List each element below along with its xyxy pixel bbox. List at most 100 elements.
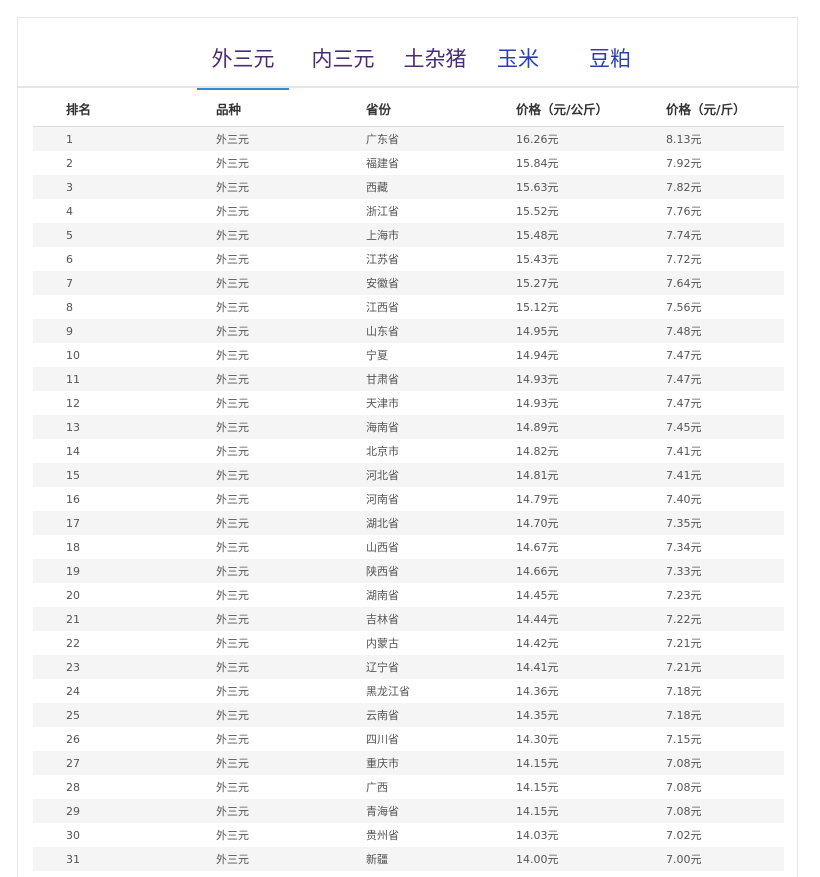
table-row: 13 外三元 海南省 14.89元 7.45元 bbox=[33, 415, 784, 439]
price-kg-cell: 14.81元 bbox=[483, 463, 633, 487]
price-kg-cell: 14.93元 bbox=[483, 367, 633, 391]
table-row: 10 外三元 宁夏 14.94元 7.47元 bbox=[33, 343, 784, 367]
rank-cell: 5 bbox=[33, 223, 183, 247]
price-jin-cell: 7.34元 bbox=[633, 535, 784, 559]
rank-cell: 29 bbox=[33, 799, 183, 823]
rank-cell: 9 bbox=[33, 319, 183, 343]
price-jin-cell: 7.72元 bbox=[633, 247, 784, 271]
price-jin-cell: 7.41元 bbox=[633, 463, 784, 487]
price-jin-cell: 8.13元 bbox=[633, 126, 784, 151]
breed-cell: 外三元 bbox=[183, 151, 333, 175]
province-cell: 上海市 bbox=[333, 223, 483, 247]
table-row: 27 外三元 重庆市 14.15元 7.08元 bbox=[33, 751, 784, 775]
price-kg-cell: 14.70元 bbox=[483, 511, 633, 535]
price-kg-cell: 14.15元 bbox=[483, 799, 633, 823]
price-jin-cell: 7.40元 bbox=[633, 487, 784, 511]
rank-cell: 8 bbox=[33, 295, 183, 319]
price-jin-cell: 7.35元 bbox=[633, 511, 784, 535]
price-jin-cell: 7.82元 bbox=[633, 175, 784, 199]
province-cell: 贵州省 bbox=[333, 823, 483, 847]
province-cell: 湖南省 bbox=[333, 583, 483, 607]
breed-cell: 外三元 bbox=[183, 199, 333, 223]
price-jin-cell: 7.74元 bbox=[633, 223, 784, 247]
price-kg-cell: 14.67元 bbox=[483, 535, 633, 559]
price-kg-cell: 14.35元 bbox=[483, 703, 633, 727]
price-jin-cell: 7.41元 bbox=[633, 439, 784, 463]
tab-yu-mi[interactable]: 玉米 bbox=[478, 46, 558, 88]
province-cell: 浙江省 bbox=[333, 199, 483, 223]
breed-cell: 外三元 bbox=[183, 823, 333, 847]
province-cell: 江西省 bbox=[333, 295, 483, 319]
price-kg-cell: 14.30元 bbox=[483, 727, 633, 751]
rank-cell: 27 bbox=[33, 751, 183, 775]
table-row: 28 外三元 广西 14.15元 7.08元 bbox=[33, 775, 784, 799]
province-cell: 甘肃省 bbox=[333, 367, 483, 391]
breed-cell: 外三元 bbox=[183, 271, 333, 295]
table-row: 21 外三元 吉林省 14.44元 7.22元 bbox=[33, 607, 784, 631]
province-cell: 内蒙古 bbox=[333, 631, 483, 655]
price-kg-cell: 14.42元 bbox=[483, 631, 633, 655]
price-jin-cell: 7.22元 bbox=[633, 607, 784, 631]
province-cell: 新疆 bbox=[333, 847, 483, 871]
rank-cell: 6 bbox=[33, 247, 183, 271]
tab-nei-san-yuan[interactable]: 内三元 bbox=[297, 46, 389, 88]
price-kg-cell: 15.48元 bbox=[483, 223, 633, 247]
price-jin-cell: 7.33元 bbox=[633, 559, 784, 583]
header-price-per-jin: 价格（元/斤） bbox=[633, 90, 784, 127]
header-rank: 排名 bbox=[33, 90, 183, 127]
tab-label: 豆粕 bbox=[589, 47, 631, 71]
table-row: 3 外三元 西藏 15.63元 7.82元 bbox=[33, 175, 784, 199]
table-header-row: 排名 品种 省份 价格（元/公斤） 价格（元/斤） bbox=[33, 90, 784, 127]
rank-cell: 11 bbox=[33, 367, 183, 391]
tab-tu-za-zhu[interactable]: 土杂猪 bbox=[380, 46, 490, 88]
price-jin-cell: 7.00元 bbox=[633, 847, 784, 871]
province-cell: 海南省 bbox=[333, 415, 483, 439]
price-jin-cell: 7.76元 bbox=[633, 199, 784, 223]
rank-cell: 30 bbox=[33, 823, 183, 847]
price-jin-cell: 7.02元 bbox=[633, 823, 784, 847]
rank-cell: 13 bbox=[33, 415, 183, 439]
rank-cell: 15 bbox=[33, 463, 183, 487]
header-breed: 品种 bbox=[183, 90, 333, 127]
rank-cell: 2 bbox=[33, 151, 183, 175]
table-row: 17 外三元 湖北省 14.70元 7.35元 bbox=[33, 511, 784, 535]
breed-cell: 外三元 bbox=[183, 679, 333, 703]
price-kg-cell: 14.03元 bbox=[483, 823, 633, 847]
price-jin-cell: 7.08元 bbox=[633, 799, 784, 823]
table-row: 31 外三元 新疆 14.00元 7.00元 bbox=[33, 847, 784, 871]
price-ranking-table: 排名 品种 省份 价格（元/公斤） 价格（元/斤） 1 外三元 广东省 16.26元 8… bbox=[33, 90, 784, 871]
price-kg-cell: 14.45元 bbox=[483, 583, 633, 607]
breed-cell: 外三元 bbox=[183, 535, 333, 559]
rank-cell: 12 bbox=[33, 391, 183, 415]
price-jin-cell: 7.47元 bbox=[633, 367, 784, 391]
breed-cell: 外三元 bbox=[183, 175, 333, 199]
province-cell: 吉林省 bbox=[333, 607, 483, 631]
table-body: 1 外三元 广东省 16.26元 8.13元 2 外三元 福建省 15.84元 7.92元 3 外三元… bbox=[33, 126, 784, 871]
tab-dou-po[interactable]: 豆粕 bbox=[570, 46, 650, 88]
table-row: 4 外三元 浙江省 15.52元 7.76元 bbox=[33, 199, 784, 223]
table-row: 7 外三元 安徽省 15.27元 7.64元 bbox=[33, 271, 784, 295]
tab-label: 土杂猪 bbox=[403, 47, 467, 71]
price-kg-cell: 14.79元 bbox=[483, 487, 633, 511]
header-province: 省份 bbox=[333, 90, 483, 127]
province-cell: 宁夏 bbox=[333, 343, 483, 367]
table-row: 16 外三元 河南省 14.79元 7.40元 bbox=[33, 487, 784, 511]
province-cell: 陕西省 bbox=[333, 559, 483, 583]
rank-cell: 16 bbox=[33, 487, 183, 511]
breed-cell: 外三元 bbox=[183, 126, 333, 151]
province-cell: 黑龙江省 bbox=[333, 679, 483, 703]
price-jin-cell: 7.18元 bbox=[633, 703, 784, 727]
tab-label: 内三元 bbox=[311, 47, 375, 71]
price-kg-cell: 15.84元 bbox=[483, 151, 633, 175]
price-kg-cell: 14.95元 bbox=[483, 319, 633, 343]
price-kg-cell: 15.52元 bbox=[483, 199, 633, 223]
table-row: 26 外三元 四川省 14.30元 7.15元 bbox=[33, 727, 784, 751]
breed-cell: 外三元 bbox=[183, 751, 333, 775]
price-kg-cell: 14.66元 bbox=[483, 559, 633, 583]
price-jin-cell: 7.56元 bbox=[633, 295, 784, 319]
price-kg-cell: 16.26元 bbox=[483, 126, 633, 151]
province-cell: 辽宁省 bbox=[333, 655, 483, 679]
price-jin-cell: 7.08元 bbox=[633, 751, 784, 775]
tab-wai-san-yuan[interactable]: 外三元 bbox=[197, 46, 289, 90]
rank-cell: 21 bbox=[33, 607, 183, 631]
